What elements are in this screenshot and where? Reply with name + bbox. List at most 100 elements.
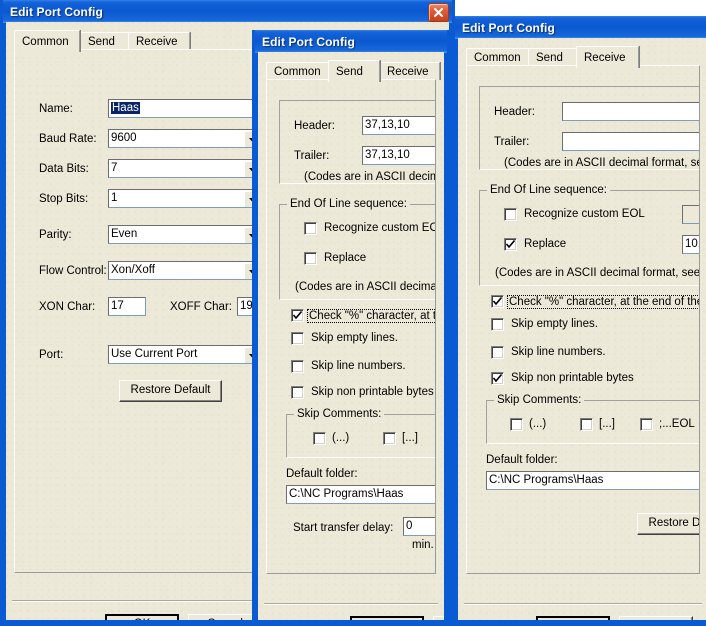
- comment-bracket-label[interactable]: [...]: [402, 432, 418, 444]
- comment-paren-label[interactable]: (...): [529, 418, 546, 430]
- check-percent-checkbox[interactable]: [291, 309, 304, 322]
- xon-char-input[interactable]: 17: [108, 297, 146, 316]
- cancel-button[interactable]: Cancel: [433, 616, 444, 620]
- skip-line-numbers-label[interactable]: Skip line numbers.: [311, 360, 406, 372]
- tab-send[interactable]: Send: [80, 32, 129, 50]
- trailer-label: Trailer:: [294, 150, 330, 162]
- comment-paren-label[interactable]: (...): [332, 432, 349, 444]
- recognize-custom-eol-checkbox[interactable]: [304, 222, 317, 235]
- skip-line-numbers-label[interactable]: Skip line numbers.: [511, 346, 606, 358]
- titlebar-receive[interactable]: Edit Port Config: [455, 16, 706, 39]
- skip-empty-lines-label[interactable]: Skip empty lines.: [511, 318, 598, 330]
- port-value: Use Current Port: [111, 348, 198, 360]
- baud-rate-label: Baud Rate:: [39, 133, 97, 145]
- comment-paren-checkbox[interactable]: [313, 432, 326, 445]
- ok-button[interactable]: OK: [350, 616, 424, 620]
- flow-control-select[interactable]: Xon/Xoff: [108, 261, 263, 280]
- tab-receive[interactable]: Receive: [128, 32, 190, 50]
- stop-bits-label: Stop Bits:: [39, 193, 89, 205]
- ok-button[interactable]: OK: [536, 616, 610, 620]
- header-input[interactable]: 37,13,10: [362, 116, 435, 135]
- data-bits-select[interactable]: 7: [108, 159, 263, 178]
- replace-label[interactable]: Replace: [324, 252, 366, 264]
- check-percent-label[interactable]: Check "%" character, at the end of the p…: [307, 309, 435, 323]
- titlebar-send[interactable]: Edit Port Config: [255, 30, 447, 53]
- tab-send[interactable]: Send: [328, 60, 380, 82]
- titlebar-common[interactable]: Edit Port Config: [3, 0, 452, 23]
- tab-common[interactable]: Common: [466, 48, 530, 66]
- start-delay-unit: min.: [412, 539, 434, 551]
- close-icon[interactable]: [428, 3, 449, 22]
- comment-semi-label[interactable]: ;...EOL: [659, 418, 695, 430]
- comment-bracket-checkbox[interactable]: [580, 418, 593, 431]
- header-input[interactable]: [562, 102, 699, 121]
- replace-label[interactable]: Replace: [524, 238, 566, 250]
- tab-common[interactable]: Common: [266, 62, 330, 80]
- flow-control-label: Flow Control:: [39, 265, 107, 277]
- start-transfer-delay-label: Start transfer delay:: [293, 522, 394, 534]
- replace-checkbox[interactable]: [504, 238, 517, 251]
- default-folder-input[interactable]: C:\NC Programs\Haas: [486, 471, 699, 490]
- client-area-receive: Common Send Receive Header: Trailer: (Co…: [458, 38, 706, 620]
- skip-non-printable-label[interactable]: Skip non printable bytes: [511, 372, 634, 384]
- comment-semi-checkbox[interactable]: [640, 418, 653, 431]
- ok-button[interactable]: OK: [105, 614, 179, 620]
- port-select[interactable]: Use Current Port: [108, 345, 263, 364]
- ascii-note: (Codes are in ASCII decimal format, see …: [504, 157, 699, 169]
- data-bits-label: Data Bits:: [39, 163, 89, 175]
- ascii-note: (Codes are in ASCII decimal format, see …: [304, 171, 435, 183]
- trailer-label: Trailer:: [494, 136, 530, 148]
- data-bits-value: 7: [111, 162, 118, 174]
- window-edit-port-config-receive[interactable]: Edit Port Config Common Send Receive Hea…: [452, 16, 706, 626]
- cancel-button[interactable]: Cancel: [188, 614, 262, 620]
- tabstrip-send: Common Send Receive: [266, 60, 440, 82]
- tab-common[interactable]: Common: [14, 30, 80, 52]
- skip-empty-lines-label[interactable]: Skip empty lines.: [311, 332, 398, 344]
- check-percent-checkbox[interactable]: [491, 295, 504, 308]
- window-edit-port-config-send[interactable]: Edit Port Config Common Send Receive Hea…: [252, 30, 450, 626]
- flow-control-value: Xon/Xoff: [111, 264, 155, 276]
- baud-rate-select[interactable]: 9600: [108, 129, 263, 148]
- stop-bits-select[interactable]: 1: [108, 189, 263, 208]
- tab-send[interactable]: Send: [528, 48, 578, 66]
- comment-bracket-checkbox[interactable]: [383, 432, 396, 445]
- comment-bracket-label[interactable]: [...]: [599, 418, 615, 430]
- check-percent-label[interactable]: Check "%" character, at the end of the p…: [507, 295, 699, 309]
- trailer-input[interactable]: 37,13,10: [362, 146, 435, 165]
- header-trailer-group: Header: Trailer: (Codes are in ASCII dec…: [479, 86, 699, 170]
- stop-bits-value: 1: [111, 192, 118, 204]
- skip-comments-group-title: Skip Comments:: [294, 408, 385, 420]
- skip-line-numbers-checkbox[interactable]: [491, 346, 504, 359]
- skip-non-printable-label[interactable]: Skip non printable bytes: [311, 386, 434, 398]
- comment-paren-checkbox[interactable]: [510, 418, 523, 431]
- trailer-input[interactable]: [562, 132, 699, 151]
- recognize-custom-eol-label[interactable]: Recognize custom EOL: [324, 222, 435, 234]
- tab-receive[interactable]: Receive: [379, 62, 440, 80]
- tabpage-receive: Header: Trailer: (Codes are in ASCII dec…: [466, 65, 700, 574]
- recognize-custom-eol-input[interactable]: [682, 205, 699, 224]
- parity-select[interactable]: Even: [108, 225, 263, 244]
- restore-default-button[interactable]: Restore Default: [119, 380, 222, 402]
- default-folder-input[interactable]: C:\NC Programs\Haas: [286, 485, 435, 504]
- eol-group-title: End Of Line sequence:: [487, 184, 610, 196]
- client-area-send: Common Send Receive Header: 37,13,10 Tra…: [258, 52, 444, 620]
- skip-empty-lines-checkbox[interactable]: [491, 318, 504, 331]
- skip-non-printable-checkbox[interactable]: [491, 372, 504, 385]
- start-delay-min-input[interactable]: 0: [403, 517, 435, 536]
- skip-non-printable-checkbox[interactable]: [291, 386, 304, 399]
- eol-group-title: End Of Line sequence:: [287, 198, 410, 210]
- footer-divider: [264, 603, 438, 605]
- default-folder-label: Default folder:: [286, 468, 358, 480]
- default-folder-label: Default folder:: [486, 454, 558, 466]
- cancel-button[interactable]: Cancel: [619, 616, 693, 620]
- tab-receive[interactable]: Receive: [576, 46, 639, 68]
- skip-line-numbers-checkbox[interactable]: [291, 360, 304, 373]
- parity-label: Parity:: [39, 229, 72, 241]
- recognize-custom-eol-label[interactable]: Recognize custom EOL: [524, 208, 645, 220]
- restore-default-button[interactable]: Restore Default: [637, 513, 699, 535]
- name-input[interactable]: Haas: [108, 99, 263, 118]
- recognize-custom-eol-checkbox[interactable]: [504, 208, 517, 221]
- replace-checkbox[interactable]: [304, 252, 317, 265]
- skip-empty-lines-checkbox[interactable]: [291, 332, 304, 345]
- replace-input[interactable]: 10,13: [682, 235, 699, 254]
